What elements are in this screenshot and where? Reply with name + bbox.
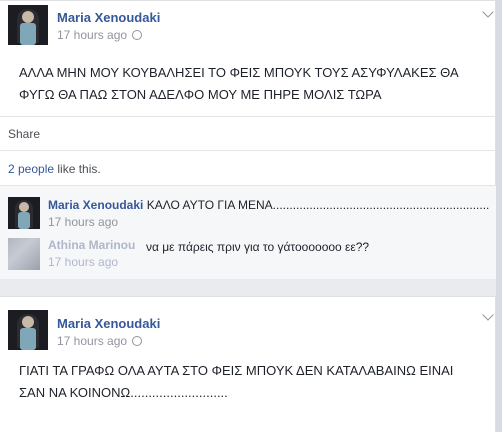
comment-text: να με πάρεις πριν για το γάτοοοοοοο εε??: [146, 240, 370, 254]
divider: [0, 150, 496, 151]
author-avatar[interactable]: [8, 310, 48, 350]
divider: [0, 185, 496, 186]
post-time-text: 17 hours ago: [57, 334, 128, 348]
likes-count-link[interactable]: 2 people: [8, 162, 54, 176]
divider: [0, 116, 496, 117]
post-timestamp[interactable]: 17 hours ago: [57, 334, 143, 348]
share-link[interactable]: Share: [8, 127, 40, 141]
comment-text: ΚΑΛΟ ΑΥΤΟ ΓΙΑ ΜΕΝΑ......................…: [146, 198, 490, 212]
comment-author[interactable]: Maria Xenoudaki: [48, 198, 143, 212]
post-time-text: 17 hours ago: [57, 28, 128, 42]
post-card: Maria Xenoudaki 17 hours ago ΑΛΛΑ ΜΗΝ ΜΟ…: [0, 0, 496, 279]
comment-avatar[interactable]: [8, 197, 40, 229]
comment-avatar[interactable]: [8, 238, 40, 270]
likes-suffix: like this.: [54, 162, 101, 176]
post-author-name[interactable]: Maria Xenoudaki: [57, 316, 160, 331]
post-text: ΑΛΛΑ ΜΗΝ ΜΟΥ ΚΟΥΒΑΛΗΣΕΙ ΤΟ ΦΕΙΣ ΜΠΟΥΚ ΤΟ…: [19, 65, 459, 102]
post-text: ΓΙΑΤΙ ΤΑ ΓΡΑΦΩ ΟΛΑ ΑΥΤΑ ΣΤΟ ΦΕΙΣ ΜΠΟΥΚ Δ…: [19, 363, 454, 400]
comment-timestamp[interactable]: 17 hours ago: [48, 215, 118, 229]
globe-icon: [132, 336, 143, 346]
comment-timestamp[interactable]: 17 hours ago: [48, 255, 118, 269]
post-timestamp[interactable]: 17 hours ago: [57, 28, 143, 42]
likes-summary: 2 people like this.: [8, 162, 101, 176]
comment-author[interactable]: Athina Marinou: [48, 238, 135, 252]
chevron-down-icon[interactable]: [482, 6, 494, 18]
author-avatar[interactable]: [8, 5, 48, 45]
chevron-down-icon[interactable]: [482, 309, 494, 321]
post-card: Maria Xenoudaki 17 hours ago ΓΙΑΤΙ ΤΑ ΓΡ…: [0, 296, 496, 432]
scrollbar[interactable]: [496, 0, 502, 432]
comment-item: Maria Xenoudaki ΚΑΛΟ ΑΥΤΟ ΓΙΑ ΜΕΝΑ......…: [48, 198, 489, 212]
globe-icon: [132, 30, 143, 40]
post-author-name[interactable]: Maria Xenoudaki: [57, 10, 160, 25]
